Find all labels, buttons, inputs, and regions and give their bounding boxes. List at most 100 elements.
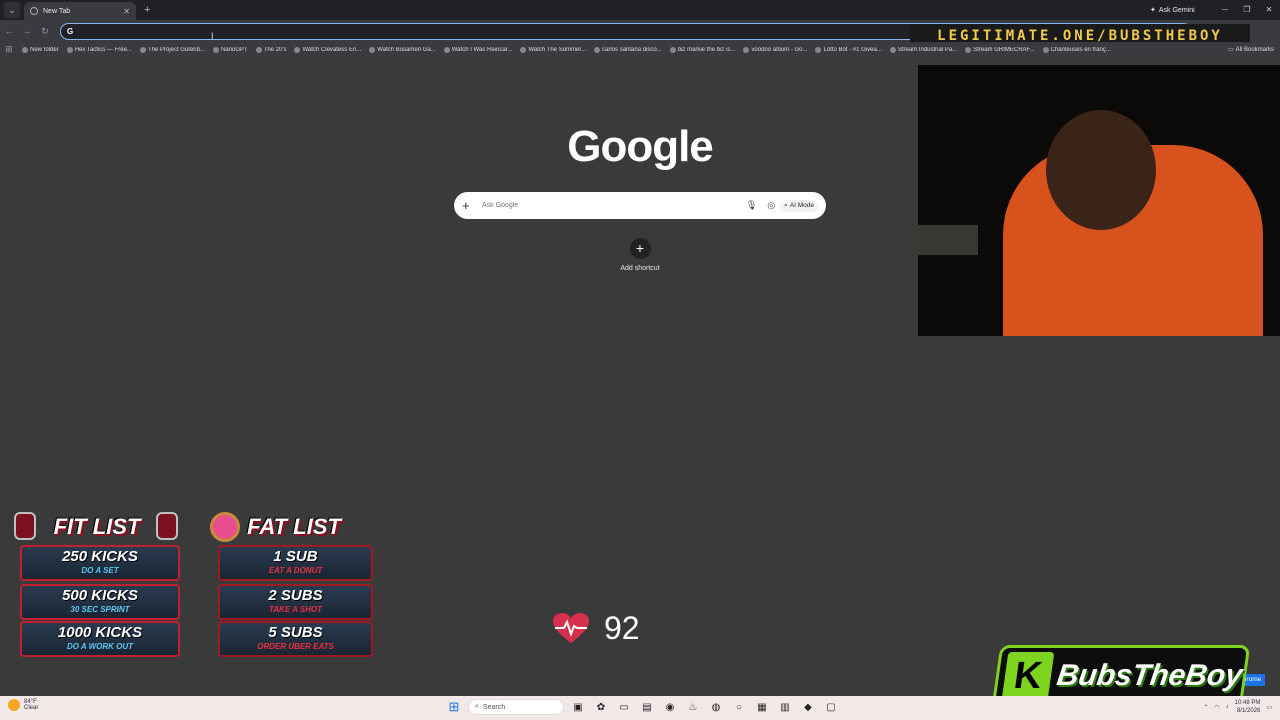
store-icon[interactable]: ▤ xyxy=(638,698,656,716)
favicon-icon xyxy=(594,46,601,53)
text-cursor-icon: I xyxy=(211,31,214,41)
weather-widget[interactable]: 84°F Clear xyxy=(8,699,38,711)
taskbar-search[interactable]: ⌕ Search xyxy=(468,699,564,715)
microphone-icon[interactable]: 🎙 xyxy=(746,200,757,211)
sparkle-search-icon: ⌕ xyxy=(784,201,788,209)
donut-icon xyxy=(210,512,240,542)
favicon-icon xyxy=(255,46,262,53)
plus-icon[interactable]: + xyxy=(462,198,476,213)
window-controls: ─ ❐ ✕ xyxy=(1214,0,1280,20)
fit-list-title: FIT LIST xyxy=(53,514,141,539)
bookmark-item[interactable]: voodoo album - Go... xyxy=(739,46,811,53)
heart-pulse-icon xyxy=(553,612,589,643)
bookmark-item[interactable]: Lotto Bot - #1 Givea... xyxy=(811,46,885,53)
bookmark-item[interactable]: Watch Busamen Ga... xyxy=(365,46,439,53)
close-tab-icon[interactable]: ✕ xyxy=(123,7,130,16)
windows-start-icon[interactable]: ⊞ xyxy=(445,698,463,716)
system-tray: ⌃ ◠ ♪ 10:48 PM 8/1/2026 ▭ xyxy=(1203,699,1272,715)
add-shortcut-label: Add shortcut xyxy=(620,265,660,272)
dumbbell-icon xyxy=(156,512,178,540)
brand-name: BubsTheBoy xyxy=(1054,659,1245,692)
bookmark-item[interactable]: carlos santana disco... xyxy=(590,46,666,53)
chrome-icon[interactable]: ◉ xyxy=(661,698,679,716)
ask-gemini-label: Ask Gemini xyxy=(1158,6,1195,14)
favicon-icon xyxy=(520,46,527,53)
chevron-up-icon[interactable]: ⌃ xyxy=(1203,704,1208,711)
bookmark-item[interactable]: Hex Tactics — Free... xyxy=(63,46,136,53)
notification-icon[interactable]: ▭ xyxy=(1266,704,1272,711)
steam-icon[interactable]: ♨ xyxy=(684,698,702,716)
add-shortcut[interactable]: + Add shortcut xyxy=(615,238,665,272)
app-icon[interactable]: ▥ xyxy=(776,698,794,716)
tab-label: New Tab xyxy=(43,7,71,15)
minimize-icon[interactable]: ─ xyxy=(1214,0,1236,20)
favicon-icon xyxy=(212,46,219,53)
apps-icon[interactable]: ⊞ xyxy=(0,44,18,55)
favicon-icon xyxy=(889,46,896,53)
fit-list-item: 1000 KICKS DO A WORK OUT xyxy=(20,621,180,657)
fit-list-item: 500 KICKS 30 SEC SPRINT xyxy=(20,584,180,620)
back-icon[interactable]: ← xyxy=(0,26,18,36)
bookmark-item[interactable]: The Project Gutenb... xyxy=(136,46,209,53)
taskbar: 84°F Clear ⊞ ⌕ Search ▣ ✿ ▭ ▤ ◉ ♨ ◍ ○ ▦ … xyxy=(0,696,1280,720)
google-g-icon: G xyxy=(67,27,74,36)
favicon-icon xyxy=(965,46,972,53)
favicon-icon xyxy=(369,46,376,53)
taskbar-search-label: Search xyxy=(482,703,506,711)
folder-icon xyxy=(22,46,28,53)
all-bookmarks-button[interactable]: ▭ All Bookmarks xyxy=(1228,42,1274,57)
google-search-box[interactable]: + 🎙 ◎ ⌕ AI Mode xyxy=(454,192,826,219)
new-tab-button[interactable]: + xyxy=(144,4,150,16)
reload-icon[interactable]: ↻ xyxy=(36,26,54,37)
opera-icon[interactable]: ○ xyxy=(730,698,748,716)
bookmark-item[interactable]: The 20's xyxy=(252,46,291,53)
favicon-icon xyxy=(815,46,822,53)
search-input[interactable] xyxy=(482,202,741,209)
fit-list-item: 250 KICKS DO A SET xyxy=(20,545,180,581)
close-window-icon[interactable]: ✕ xyxy=(1258,0,1280,20)
favicon-icon xyxy=(294,46,301,53)
lens-icon[interactable]: ◎ xyxy=(767,200,775,211)
bookmark-item[interactable]: Watch Clevatess En... xyxy=(290,46,365,53)
k-logo-icon: K xyxy=(1001,652,1055,700)
bookmark-item[interactable]: New folder xyxy=(18,46,63,53)
bookmark-item[interactable]: NanoGPT xyxy=(209,46,252,53)
bookmark-item[interactable]: biz markie the biz is... xyxy=(666,46,740,53)
heart-rate-value: 92 xyxy=(604,610,640,646)
app-icon[interactable]: ◆ xyxy=(799,698,817,716)
maximize-icon[interactable]: ❐ xyxy=(1236,0,1258,20)
app-icon[interactable]: ▢ xyxy=(822,698,840,716)
chrome-icon xyxy=(30,7,38,15)
streamer-head xyxy=(1046,110,1156,230)
file-explorer-icon[interactable]: ▭ xyxy=(615,698,633,716)
favicon-icon xyxy=(669,46,676,53)
wifi-icon[interactable]: ◠ xyxy=(1214,704,1219,711)
ask-gemini-button[interactable]: ✦ Ask Gemini xyxy=(1150,4,1195,16)
clock[interactable]: 10:48 PM 8/1/2026 xyxy=(1235,699,1261,715)
volume-icon[interactable]: ♪ xyxy=(1226,704,1229,710)
title-bar: ⌄ New Tab ✕ + ✦ Ask Gemini ─ ❐ ✕ xyxy=(0,0,1280,20)
forward-icon[interactable]: → xyxy=(18,26,36,36)
favicon-icon xyxy=(443,46,450,53)
webcam-feed xyxy=(918,65,1280,336)
clock-date: 8/1/2026 xyxy=(1236,708,1261,714)
tab-search-icon[interactable]: ⌄ xyxy=(4,2,20,18)
copilot-icon[interactable]: ✿ xyxy=(592,698,610,716)
favicon-icon xyxy=(743,46,750,53)
ai-mode-button[interactable]: ⌕ AI Mode xyxy=(780,199,818,212)
tab-new-tab[interactable]: New Tab ✕ xyxy=(24,2,136,20)
obs-icon[interactable]: ◍ xyxy=(707,698,725,716)
bookmark-item[interactable]: Stream Industrial Pa... xyxy=(886,46,961,53)
bookmark-item[interactable]: Chanteuses en franç... xyxy=(1039,46,1115,53)
taskbar-apps: ⊞ ⌕ Search ▣ ✿ ▭ ▤ ◉ ♨ ◍ ○ ▦ ▥ ◆ ▢ xyxy=(445,698,840,716)
bookmark-item[interactable]: Watch The Summer... xyxy=(516,46,590,53)
task-view-icon[interactable]: ▣ xyxy=(569,698,587,716)
bookmark-item[interactable]: Stream GRIMECRAF... xyxy=(961,46,1038,53)
app-icon[interactable]: ▦ xyxy=(753,698,771,716)
fat-list-item: 2 SUBS TAKE A SHOT xyxy=(218,584,373,620)
favicon-icon xyxy=(66,46,73,53)
sun-icon xyxy=(8,699,20,711)
bookmark-item[interactable]: Watch I Was Reincar... xyxy=(440,46,517,53)
ai-mode-label: AI Mode xyxy=(789,202,814,209)
google-logo: Google xyxy=(567,122,714,171)
